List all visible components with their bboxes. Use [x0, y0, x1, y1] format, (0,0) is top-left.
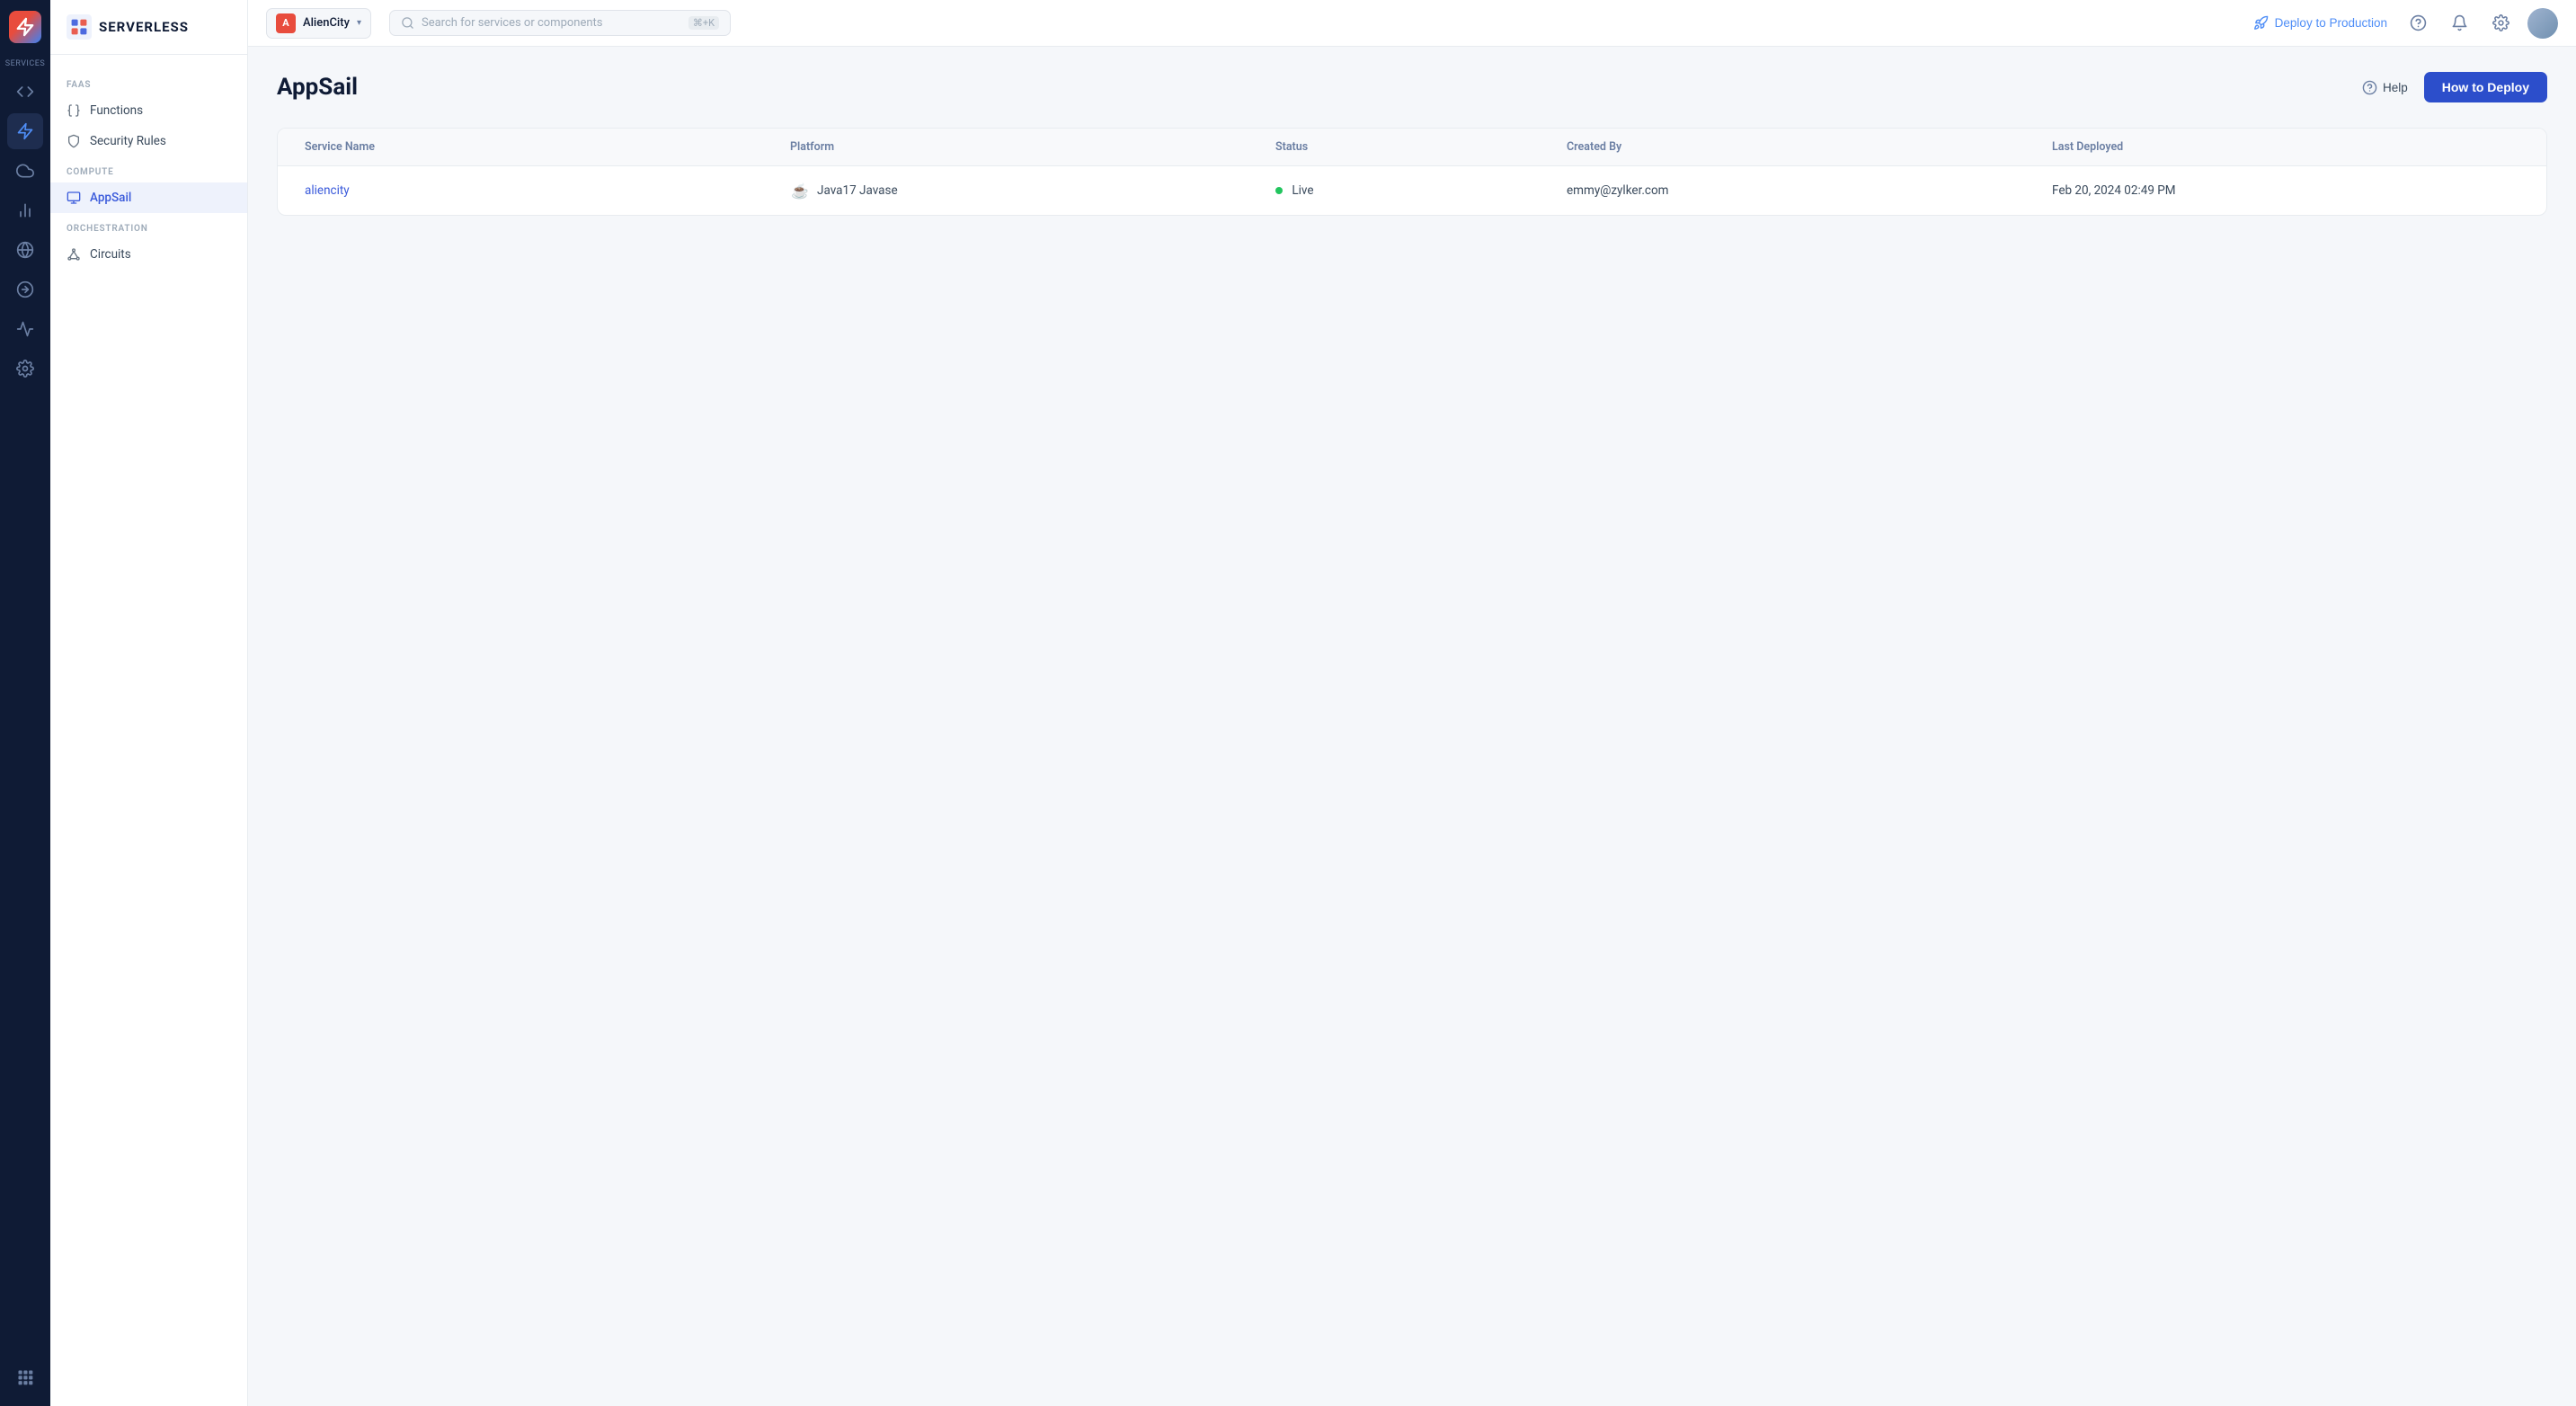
rail-item-settings[interactable]	[7, 351, 43, 387]
help-button-label: Help	[2383, 81, 2408, 94]
rail-item-code[interactable]	[7, 74, 43, 110]
rail-item-network[interactable]	[7, 232, 43, 268]
deploy-to-production-button[interactable]: Deploy to Production	[2250, 10, 2391, 36]
platform-label: Java17 Javase	[817, 183, 898, 198]
sidebar: SERVERLESS FAAS Functions Security Rules…	[50, 0, 248, 1406]
search-icon	[401, 16, 414, 30]
workspace-avatar: A	[276, 13, 296, 33]
how-to-deploy-button[interactable]: How to Deploy	[2424, 72, 2547, 102]
java-platform-icon: ☕	[790, 181, 810, 200]
status-label: Live	[1292, 183, 1313, 198]
bell-icon	[2451, 14, 2468, 31]
status-indicator	[1275, 187, 1283, 194]
services-rail-label: Services	[0, 59, 50, 68]
col-platform: Platform	[781, 129, 1266, 165]
search-placeholder: Search for services or components	[422, 16, 681, 30]
sidebar-header: SERVERLESS	[50, 0, 247, 55]
sidebar-item-circuits[interactable]: Circuits	[50, 239, 247, 270]
page-title: AppSail	[277, 74, 358, 101]
workspace-name: AlienCity	[303, 16, 350, 30]
rail-item-analytics[interactable]	[7, 192, 43, 228]
sidebar-logo: SERVERLESS	[67, 14, 189, 40]
help-circle-icon	[2362, 80, 2377, 95]
col-status: Status	[1266, 129, 1558, 165]
topbar-right: Deploy to Production	[2250, 8, 2558, 39]
rail-item-cloud[interactable]	[7, 153, 43, 189]
workspace-chevron-icon: ▾	[357, 18, 361, 28]
rail-item-monitor[interactable]	[7, 311, 43, 347]
col-created-by: Created By	[1558, 129, 2043, 165]
last-deployed-cell: Feb 20, 2024 02:49 PM	[2043, 169, 2528, 212]
sidebar-item-appsail-label: AppSail	[90, 191, 131, 205]
search-shortcut: ⌘+K	[688, 16, 719, 30]
settings-button[interactable]	[2486, 9, 2515, 38]
main-area: A AlienCity ▾ Search for services or com…	[248, 0, 2576, 1406]
sidebar-item-security-rules-label: Security Rules	[90, 134, 166, 148]
content-area: AppSail Help How to Deploy Service Nam	[248, 47, 2576, 1406]
sidebar-item-circuits-label: Circuits	[90, 247, 131, 262]
sidebar-item-functions[interactable]: Functions	[50, 95, 247, 126]
rail-item-serverless[interactable]	[7, 113, 43, 149]
service-name-cell[interactable]: aliencity	[296, 169, 781, 212]
sidebar-item-appsail[interactable]: AppSail	[50, 182, 247, 213]
col-service-name: Service Name	[296, 129, 781, 165]
icon-rail: Services	[0, 0, 50, 1406]
table-row: aliencity ☕ Java17 Javase Live emmy@zylk…	[278, 166, 2546, 215]
compute-section-label: COMPUTE	[50, 167, 247, 177]
sidebar-brand: SERVERLESS	[99, 19, 189, 35]
sidebar-item-security-rules[interactable]: Security Rules	[50, 126, 247, 156]
topbar: A AlienCity ▾ Search for services or com…	[248, 0, 2576, 47]
question-circle-icon	[2410, 14, 2427, 31]
help-button[interactable]: Help	[2358, 75, 2412, 101]
rocket-icon	[2253, 15, 2269, 31]
services-table: Service Name Platform Status Created By …	[277, 128, 2547, 216]
gear-icon	[2492, 14, 2509, 31]
created-by-cell: emmy@zylker.com	[1558, 169, 2043, 212]
content-header: AppSail Help How to Deploy	[277, 72, 2547, 102]
notifications-button[interactable]	[2445, 9, 2474, 38]
app-logo	[9, 11, 41, 43]
deploy-button-label: Deploy to Production	[2275, 16, 2387, 30]
rail-item-deploy[interactable]	[7, 271, 43, 307]
how-to-deploy-label: How to Deploy	[2442, 80, 2529, 94]
col-last-deployed: Last Deployed	[2043, 129, 2528, 165]
sidebar-item-functions-label: Functions	[90, 103, 143, 118]
orchestration-section-label: ORCHESTRATION	[50, 224, 247, 234]
faas-section-label: FAAS	[50, 80, 247, 90]
rail-grid-button[interactable]	[7, 1359, 43, 1395]
sidebar-nav: FAAS Functions Security Rules COMPUTE Ap…	[50, 55, 247, 1406]
status-cell: Live	[1266, 169, 1558, 212]
search-bar[interactable]: Search for services or components ⌘+K	[389, 10, 731, 36]
content-header-actions: Help How to Deploy	[2358, 72, 2547, 102]
table-header: Service Name Platform Status Created By …	[278, 129, 2546, 166]
workspace-selector[interactable]: A AlienCity ▾	[266, 8, 371, 39]
user-avatar[interactable]	[2527, 8, 2558, 39]
platform-cell: ☕ Java17 Javase	[781, 166, 1266, 215]
help-icon-button[interactable]	[2403, 9, 2432, 38]
